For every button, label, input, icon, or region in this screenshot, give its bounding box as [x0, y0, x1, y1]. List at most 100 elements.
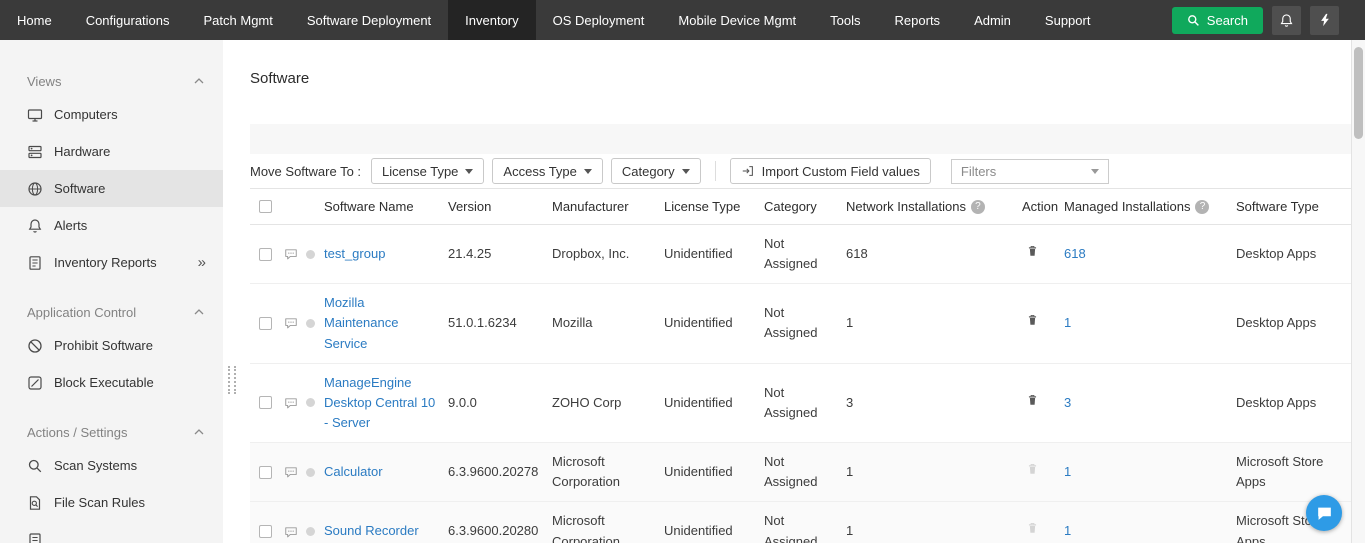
views-section-header[interactable]: Views	[0, 66, 223, 96]
nav-mobile-device-mgmt[interactable]: Mobile Device Mgmt	[661, 0, 813, 40]
computer-icon	[27, 107, 43, 123]
filters-dropdown[interactable]: Filters	[951, 159, 1109, 184]
comment-icon[interactable]	[284, 316, 298, 330]
nav-inventory[interactable]: Inventory	[448, 0, 535, 40]
scrollbar-thumb[interactable]	[1354, 47, 1363, 139]
vertical-scrollbar[interactable]	[1351, 40, 1365, 543]
sidebar-item-alerts[interactable]: Alerts	[0, 207, 223, 244]
sidebar-item-partial[interactable]	[0, 521, 223, 543]
software-name-link[interactable]: ManageEngine Desktop Central 10 - Server	[324, 375, 435, 430]
table-row: test_group 21.4.25 Dropbox, Inc. Unident…	[250, 225, 1351, 284]
license-type-cell: Unidentified	[664, 502, 764, 543]
software-type-cell: Desktop Apps	[1236, 363, 1351, 442]
managed-installations-link[interactable]: 618	[1064, 246, 1086, 261]
comment-icon[interactable]	[284, 396, 298, 410]
report-icon	[27, 255, 43, 271]
application-control-section-header[interactable]: Application Control	[0, 297, 223, 327]
search-button-label: Search	[1207, 13, 1248, 28]
prohibit-icon	[27, 338, 43, 354]
scan-magnifier-icon	[27, 458, 43, 474]
software-name-link[interactable]: Calculator	[324, 464, 383, 479]
sidebar-item-file-scan-rules[interactable]: File Scan Rules	[0, 484, 223, 521]
category-dropdown[interactable]: Category	[611, 158, 701, 184]
license-type-dropdown[interactable]: License Type	[371, 158, 484, 184]
software-name-link[interactable]: Sound Recorder	[324, 523, 419, 538]
row-checkbox[interactable]	[259, 396, 272, 409]
col-network-installations-label: Network Installations	[846, 199, 966, 214]
col-category[interactable]: Category	[764, 189, 846, 225]
row-checkbox[interactable]	[259, 525, 272, 538]
col-license-type[interactable]: License Type	[664, 189, 764, 225]
delete-button[interactable]	[1026, 393, 1039, 407]
quick-actions-button[interactable]	[1310, 6, 1339, 35]
managed-installations-link[interactable]: 1	[1064, 523, 1071, 538]
sidebar-item-label: Block Executable	[54, 375, 154, 390]
filters-dropdown-label: Filters	[961, 164, 996, 179]
delete-button[interactable]	[1026, 244, 1039, 258]
col-software-name[interactable]: Software Name	[324, 189, 448, 225]
views-section-title: Views	[27, 74, 61, 89]
sidebar-item-inventory-reports[interactable]: Inventory Reports »	[0, 244, 223, 281]
select-all-checkbox[interactable]	[259, 200, 272, 213]
status-dot	[306, 250, 315, 259]
actions-settings-section-header[interactable]: Actions / Settings	[0, 417, 223, 447]
search-icon	[1187, 14, 1200, 27]
nav-configurations[interactable]: Configurations	[69, 0, 187, 40]
help-icon[interactable]: ?	[1195, 200, 1209, 214]
sidebar-item-hardware[interactable]: Hardware	[0, 133, 223, 170]
managed-installations-link[interactable]: 1	[1064, 464, 1071, 479]
license-type-cell: Unidentified	[664, 284, 764, 363]
software-name-link[interactable]: Mozilla Maintenance Service	[324, 295, 398, 350]
alert-bell-icon	[27, 218, 43, 234]
row-checkbox[interactable]	[259, 248, 272, 261]
help-icon[interactable]: ?	[971, 200, 985, 214]
notifications-button[interactable]	[1272, 6, 1301, 35]
col-manufacturer[interactable]: Manufacturer	[552, 189, 664, 225]
sidebar-resize-handle[interactable]	[228, 366, 236, 394]
comment-icon[interactable]	[284, 247, 298, 261]
col-managed-installations[interactable]: Managed Installations ?	[1064, 189, 1236, 225]
move-software-label: Move Software To :	[250, 164, 361, 179]
sidebar-item-block-executable[interactable]: Block Executable	[0, 364, 223, 401]
search-button[interactable]: Search	[1172, 7, 1263, 34]
comment-icon[interactable]	[284, 465, 298, 479]
col-network-installations[interactable]: Network Installations ?	[846, 189, 1022, 225]
managed-installations-link[interactable]: 3	[1064, 395, 1071, 410]
sidebar-item-scan-systems[interactable]: Scan Systems	[0, 447, 223, 484]
main-content: Software Move Software To : License Type…	[223, 40, 1365, 543]
sidebar-item-prohibit-software[interactable]: Prohibit Software	[0, 327, 223, 364]
sidebar-section-actions-settings: Actions / Settings Scan Systems File Sc	[0, 417, 223, 543]
managed-installations-link[interactable]: 1	[1064, 315, 1071, 330]
software-name-link[interactable]: test_group	[324, 246, 385, 261]
nav-os-deployment[interactable]: OS Deployment	[536, 0, 662, 40]
nav-tools[interactable]: Tools	[813, 0, 877, 40]
row-checkbox[interactable]	[259, 466, 272, 479]
sidebar-item-software[interactable]: Software	[0, 170, 223, 207]
page-body: Views Computers Hardware	[0, 40, 1365, 543]
access-type-dropdown[interactable]: Access Type	[492, 158, 602, 184]
col-version[interactable]: Version	[448, 189, 552, 225]
chevron-down-icon	[584, 169, 592, 174]
nav-support[interactable]: Support	[1028, 0, 1108, 40]
row-checkbox[interactable]	[259, 317, 272, 330]
chat-widget-button[interactable]	[1306, 495, 1342, 531]
nav-admin[interactable]: Admin	[957, 0, 1028, 40]
status-dot	[306, 319, 315, 328]
nav-software-deployment[interactable]: Software Deployment	[290, 0, 448, 40]
sidebar-item-computers[interactable]: Computers	[0, 96, 223, 133]
manufacturer-cell: Microsoft Corporation	[552, 443, 664, 502]
delete-button[interactable]	[1026, 313, 1039, 327]
col-software-type[interactable]: Software Type	[1236, 189, 1351, 225]
import-custom-fields-button[interactable]: Import Custom Field values	[730, 158, 931, 184]
nav-patch-mgmt[interactable]: Patch Mgmt	[187, 0, 290, 40]
category-cell: Not Assigned	[764, 363, 846, 442]
expand-double-arrow-icon[interactable]: »	[198, 254, 206, 271]
category-cell: Not Assigned	[764, 443, 846, 502]
nav-reports[interactable]: Reports	[878, 0, 958, 40]
comment-icon[interactable]	[284, 525, 298, 539]
app-window: Home Configurations Patch Mgmt Software …	[0, 0, 1365, 543]
nav-home[interactable]: Home	[0, 0, 69, 40]
col-managed-installations-label: Managed Installations	[1064, 199, 1190, 214]
version-cell: 9.0.0	[448, 363, 552, 442]
chevron-up-icon	[194, 429, 204, 435]
